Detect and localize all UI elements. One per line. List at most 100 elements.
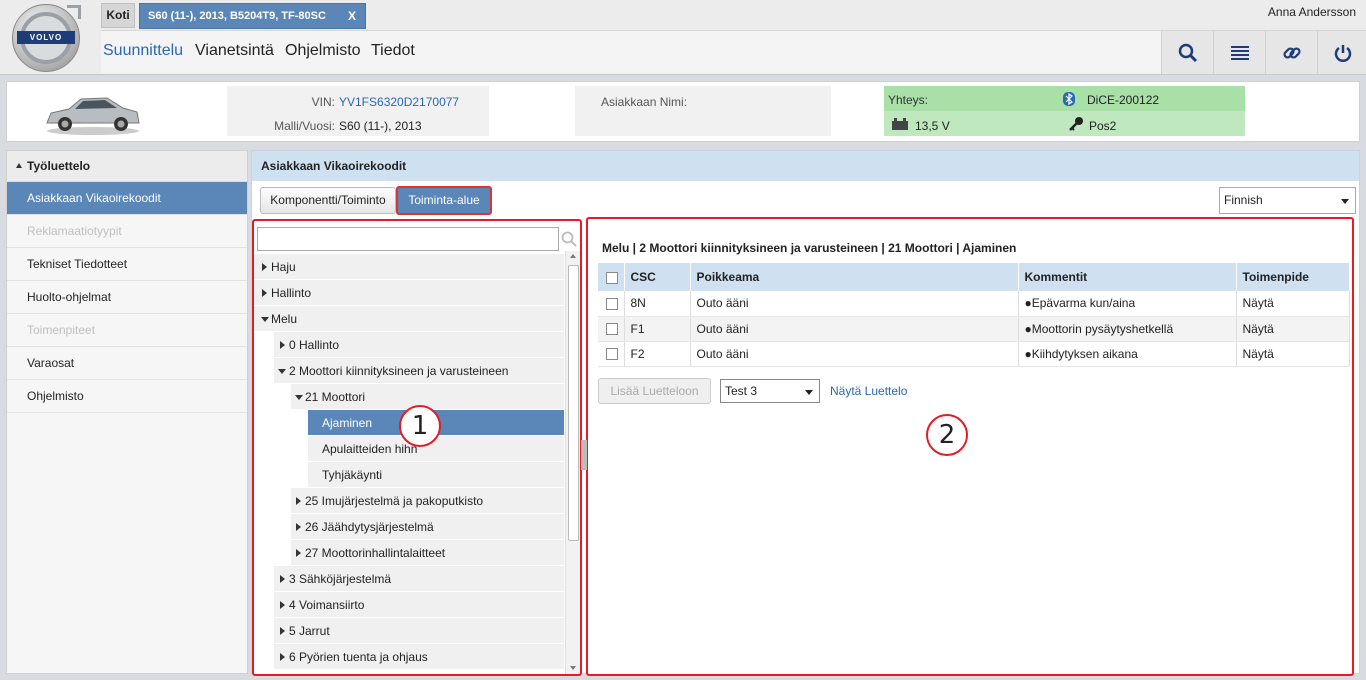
scroll-thumb[interactable] [568,265,579,541]
tree-node-hallinto[interactable]: Hallinto [254,280,564,306]
nav-vianetsinta[interactable]: Vianetsintä [195,42,274,60]
volvo-logo: VOLVO [12,4,81,72]
tree-node-melu[interactable]: Melu [254,306,564,332]
action-cell[interactable]: Näytä [1236,291,1350,317]
select-all-checkbox[interactable] [606,271,618,284]
csc-cell: 8N [624,291,691,317]
symptom-table: CSC Poikkeama Kommentit Toimenpide 8N Ou… [598,263,1350,367]
table-row[interactable]: F1 Outo ääni ●Moottorin pysäytyshetkellä… [598,316,1350,342]
column-header-deviation: Poikkeama [690,263,1019,291]
tree-node-25[interactable]: 25 Imujärjestelmä ja pakoputkisto [291,488,564,514]
deviation-cell: Outo ääni [690,316,1019,342]
vin-value[interactable]: YV1FS6320D2170077 [339,95,459,109]
sidebar-item-parts[interactable]: Varaosat [7,347,247,380]
tree-node-4[interactable]: 4 Voimansiirto [274,592,564,618]
tree-node-3[interactable]: 3 Sähköjärjestelmä [274,566,564,592]
device-name: DiCE-200122 [1087,93,1160,107]
row-checkbox[interactable] [606,298,618,311]
tree-node-2-moottori[interactable]: 2 Moottori kiinnityksineen ja varusteine… [274,358,564,384]
sidebar-header[interactable]: Työluettelo [7,151,247,182]
search-icon[interactable] [561,231,577,247]
nav-tiedot[interactable]: Tiedot [371,42,415,60]
tab-vehicle[interactable]: S60 (11-), 2013, B5204T9, TF-80SC X [139,3,366,29]
connection-box: Yhteys: DiCE-200122 13,5 V Pos2 [884,86,1245,136]
sidebar-item-customer-codes[interactable]: Asiakkaan Vikaoirekoodit [7,182,247,215]
voltage-value: 13,5 V [915,119,950,133]
tree-node-apulaitteet[interactable]: Apulaitteiden hihn [308,436,564,462]
deviation-cell: Outo ääni [690,341,1019,367]
action-cell[interactable]: Näytä [1236,341,1350,367]
table-row[interactable]: 8N Outo ääni ●Epävarma kun/aina Näytä [598,291,1350,317]
customer-box: Asiakkaan Nimi: [575,86,831,136]
model-label: Malli/Vuosi: [274,119,335,133]
select-all-cell[interactable] [598,263,625,291]
comment-cell: ●Epävarma kun/aina [1018,291,1237,317]
key-icon [1069,117,1083,131]
row-checkbox[interactable] [606,323,618,336]
vehicle-info-bar: VIN: YV1FS6320D2170077 Malli/Vuosi: S60 … [6,81,1360,142]
power-icon [1334,44,1351,62]
column-header-csc: CSC [624,263,691,291]
table-row[interactable]: F2 Outo ääni ●Kiihdytyksen aikana Näytä [598,341,1350,367]
chevron-down-icon [1341,199,1349,204]
splitter-handle[interactable] [581,440,587,470]
scroll-up-icon[interactable] [570,254,576,258]
sidebar-item-operations: Toimenpiteet [7,314,247,347]
tree-node-haju[interactable]: Haju [254,254,564,280]
bluetooth-icon [1063,92,1075,106]
nav-ohjelmisto[interactable]: Ohjelmisto [285,42,361,60]
tree-node-6[interactable]: 6 Pyörien tuenta ja ohjaus [274,644,564,670]
tab-vehicle-label: S60 (11-), 2013, B5204T9, TF-80SC [148,10,326,22]
csc-cell: F2 [624,341,691,367]
list-select-value: Test 3 [725,384,758,398]
comment-cell: ●Kiihdytyksen aikana [1018,341,1237,367]
tree-search-input[interactable] [257,227,559,251]
battery-icon [892,118,908,130]
symptom-tree-panel: Haju Hallinto Melu 0 Hallinto 2 Moottori… [252,219,582,676]
logo-text: VOLVO [17,31,75,44]
show-list-link[interactable]: Näytä Luettelo [830,384,907,398]
sidebar-item-service-programs[interactable]: Huolto-ohjelmat [7,281,247,314]
vin-label: VIN: [311,95,335,109]
search-button[interactable] [1161,31,1213,74]
power-button[interactable] [1317,31,1366,74]
tree-node-26[interactable]: 26 Jäähdytysjärjestelmä [291,514,564,540]
tree-scrollbar[interactable] [565,251,580,674]
action-cell[interactable]: Näytä [1236,316,1350,342]
row-checkbox[interactable] [606,348,618,361]
tree-node-5[interactable]: 5 Jarrut [274,618,564,644]
link-button[interactable] [1265,31,1317,74]
model-value: S60 (11-), 2013 [339,119,422,133]
tab-home[interactable]: Koti [101,3,135,28]
link-icon [1282,46,1301,59]
top-bar: VOLVO Koti S60 (11-), 2013, B5204T9, TF-… [0,0,1366,75]
user-name: Anna Andersson [1267,5,1356,19]
language-select[interactable]: Finnish [1219,187,1356,214]
sidebar-item-tech-bulletins[interactable]: Tekniset Tiedotteet [7,248,247,281]
main-nav: Suunnittelu Vianetsintä Ohjelmisto Tiedo… [101,30,1366,74]
function-area-button[interactable]: Toiminta-alue [396,186,492,215]
car-image [46,97,140,135]
list-button[interactable] [1213,31,1265,74]
sidebar-item-software[interactable]: Ohjelmisto [7,380,247,413]
add-to-list-button[interactable]: Lisää Luetteloon [598,378,711,404]
list-select[interactable]: Test 3 [720,379,820,403]
symptom-detail-panel: Melu | 2 Moottori kiinnityksineen ja var… [586,217,1354,676]
scroll-down-icon[interactable] [570,666,576,670]
close-tab-button[interactable]: X [348,4,356,28]
search-icon [1178,43,1197,62]
csc-cell: F1 [624,316,691,342]
content-title: Asiakkaan Vikaoirekoodit [252,151,1359,181]
component-function-button[interactable]: Komponentti/Toiminto [260,187,396,214]
connection-label: Yhteys: [888,93,929,107]
tree-node-27[interactable]: 27 Moottorinhallintalaitteet [291,540,564,566]
customer-label: Asiakkaan Nimi: [601,95,688,109]
tree-node-0-hallinto[interactable]: 0 Hallinto [274,332,564,358]
comment-cell: ●Moottorin pysäytyshetkellä [1018,316,1237,342]
tree-node-tyhjakaynti[interactable]: Tyhjäkäynti [308,462,564,488]
collapse-icon [16,163,22,168]
callout-1: 1 [399,405,441,447]
nav-suunnittelu[interactable]: Suunnittelu [103,42,183,60]
language-value: Finnish [1224,193,1263,207]
deviation-cell: Outo ääni [690,291,1019,317]
